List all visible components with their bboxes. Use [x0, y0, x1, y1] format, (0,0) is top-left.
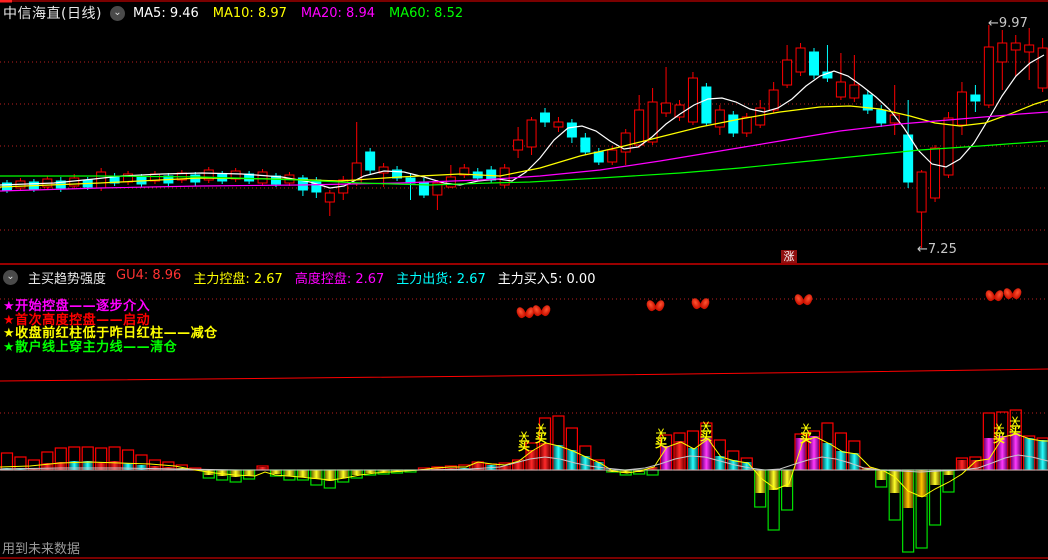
- trading-terminal: 买买买买买买买 中信海直(日线) ⌄ MA5: 9.46 MA10: 8.97 MA…: [0, 0, 1048, 560]
- zhang-event-badge: 涨: [781, 250, 797, 263]
- signal-annotations: ★开始控盘——逐步介入 ★首次高度控盘——启动 ★收盘前红柱低于昨日红柱——减仓 ★散…: [3, 300, 218, 354]
- low-price-marker: ←7.25: [917, 242, 957, 257]
- indicator-title: 主买趋势强度: [28, 271, 107, 287]
- butterfly-icon: [1004, 287, 1021, 300]
- annotation-line-0: ★开始控盘——逐步介入: [3, 299, 151, 314]
- indicator-field-2: 高度控盘: 2.67: [294, 271, 385, 287]
- buy-label: 买: [800, 431, 812, 445]
- buy-label: 买: [535, 431, 547, 445]
- annotation-line-2: ★收盘前红柱低于昨日红柱——减仓: [3, 326, 218, 341]
- buy-label: 买: [700, 429, 712, 443]
- candles-layer: [2, 25, 1048, 248]
- buy-label: 买: [655, 436, 667, 450]
- indicator-field-4: 主力买入5: 0.00: [497, 271, 596, 287]
- indicator-field-3: 主力出货: 2.67: [396, 271, 486, 287]
- annotation-line-3: ★散户线上穿主力线——清仓: [3, 339, 178, 355]
- buy-label: 买: [993, 431, 1005, 445]
- annotation-line-1: ★首次高度控盘——启动: [3, 312, 151, 328]
- butterfly-icon: [533, 304, 550, 317]
- buy-label: 买: [518, 439, 530, 453]
- buy-label: 买: [1009, 424, 1021, 438]
- indicator-field-1: 主力控盘: 2.67: [193, 271, 283, 287]
- indicator-values: GU4: 8.96 主力控盘: 2.67 高度控盘: 2.67 主力出货: 2.67 主…: [116, 268, 595, 287]
- high-price-marker: ←9.97: [988, 16, 1028, 31]
- butterfly-icon: [986, 289, 1003, 302]
- titlebar: 中信海直(日线) ⌄ MA5: 9.46 MA10: 8.97 MA20: 8.94…: [0, 2, 1048, 24]
- histogram-layer: [0, 409, 1048, 553]
- butterfly-icon: [795, 293, 812, 306]
- indicator-header: ⌄ 主买趋势强度 GU4: 8.96 主力控盘: 2.67 高度控盘: 2.67 主力…: [0, 267, 1048, 287]
- butterfly-icon: [692, 297, 709, 310]
- ma-legend: MA5: 9.46 MA10: 8.97 MA20: 8.94 MA60: 8.52: [133, 6, 463, 21]
- ma-label-2: MA20: 8.94: [300, 5, 375, 21]
- chevron-down-icon[interactable]: ⌄: [109, 5, 125, 21]
- ma-label-1: MA10: 8.97: [212, 5, 287, 21]
- buy-signals-layer: 买买买买买买买: [518, 416, 1021, 453]
- ma-label-0: MA5: 9.46: [132, 5, 199, 21]
- chevron-down-icon[interactable]: ⌄: [3, 269, 18, 285]
- symbol-title: 中信海直(日线): [3, 6, 102, 22]
- indicator-field-0: GU4: 8.96: [116, 267, 182, 283]
- butterfly-icon: [647, 299, 664, 312]
- ma-label-3: MA60: 8.52: [389, 5, 464, 21]
- future-data-warning: 用到未来数据: [2, 542, 81, 557]
